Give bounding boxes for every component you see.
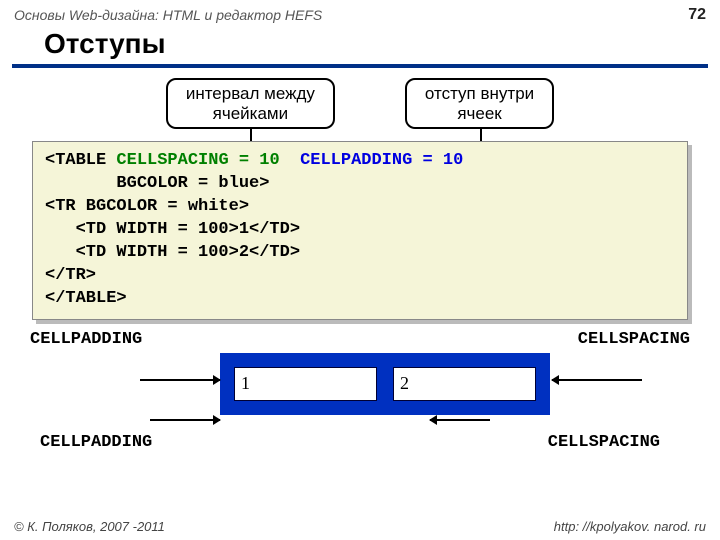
cell-1-text: 1 [241,373,250,394]
code-example: <TABLE CELLSPACING = 10 CELLPADDING = 10… [32,141,688,320]
label-cellspacing-top: CELLSPACING [578,330,690,349]
cell-2-text: 2 [400,373,409,394]
arrow-cp-bottom [150,419,220,421]
arrow-cs-top [552,379,642,381]
callout-cellspacing: интервал между ячейками [166,78,335,129]
code-l3: <TR BGCOLOR = white> [45,197,249,216]
code-l1a: <TABLE [45,151,116,170]
code-cellspacing: CELLSPACING = 10 [116,151,279,170]
callouts-row: интервал между ячейками отступ внутри яч… [0,78,720,129]
callout-cellspacing-text: интервал между ячейками [186,84,315,123]
slide-footer: © К. Поляков, 2007 -2011 http: //kpolyak… [0,519,720,534]
diagram-cell-2: 2 [393,367,536,401]
code-cellpadding: CELLPADDING = 10 [300,151,463,170]
code-l6: </TR> [45,266,96,285]
table-diagram: 1 2 [30,349,690,437]
page-number: 72 [688,6,706,24]
diagram-outer: 1 2 [220,353,550,415]
slide-title: Отступы [12,26,708,68]
footer-url: http: //kpolyakov. narod. ru [554,519,706,534]
labels-top: CELLPADDING CELLSPACING [0,328,720,349]
code-l2: BGCOLOR = blue> [45,174,269,193]
copyright: © К. Поляков, 2007 -2011 [14,519,165,534]
label-cellpadding-top: CELLPADDING [30,330,142,349]
arrow-cs-bottom [430,419,490,421]
diagram-cell-1: 1 [234,367,377,401]
code-l7: </TABLE> [45,289,127,308]
arrow-cp-top [140,379,220,381]
code-l5: <TD WIDTH = 100>2</TD> [45,243,300,262]
code-l4: <TD WIDTH = 100>1</TD> [45,220,300,239]
breadcrumb: Основы Web-дизайна: HTML и редактор HEFS [14,7,322,23]
callout-cellpadding-text: отступ внутри ячеек [425,84,534,123]
callout-cellpadding: отступ внутри ячеек [405,78,554,129]
slide-header: Основы Web-дизайна: HTML и редактор HEFS… [0,0,720,26]
